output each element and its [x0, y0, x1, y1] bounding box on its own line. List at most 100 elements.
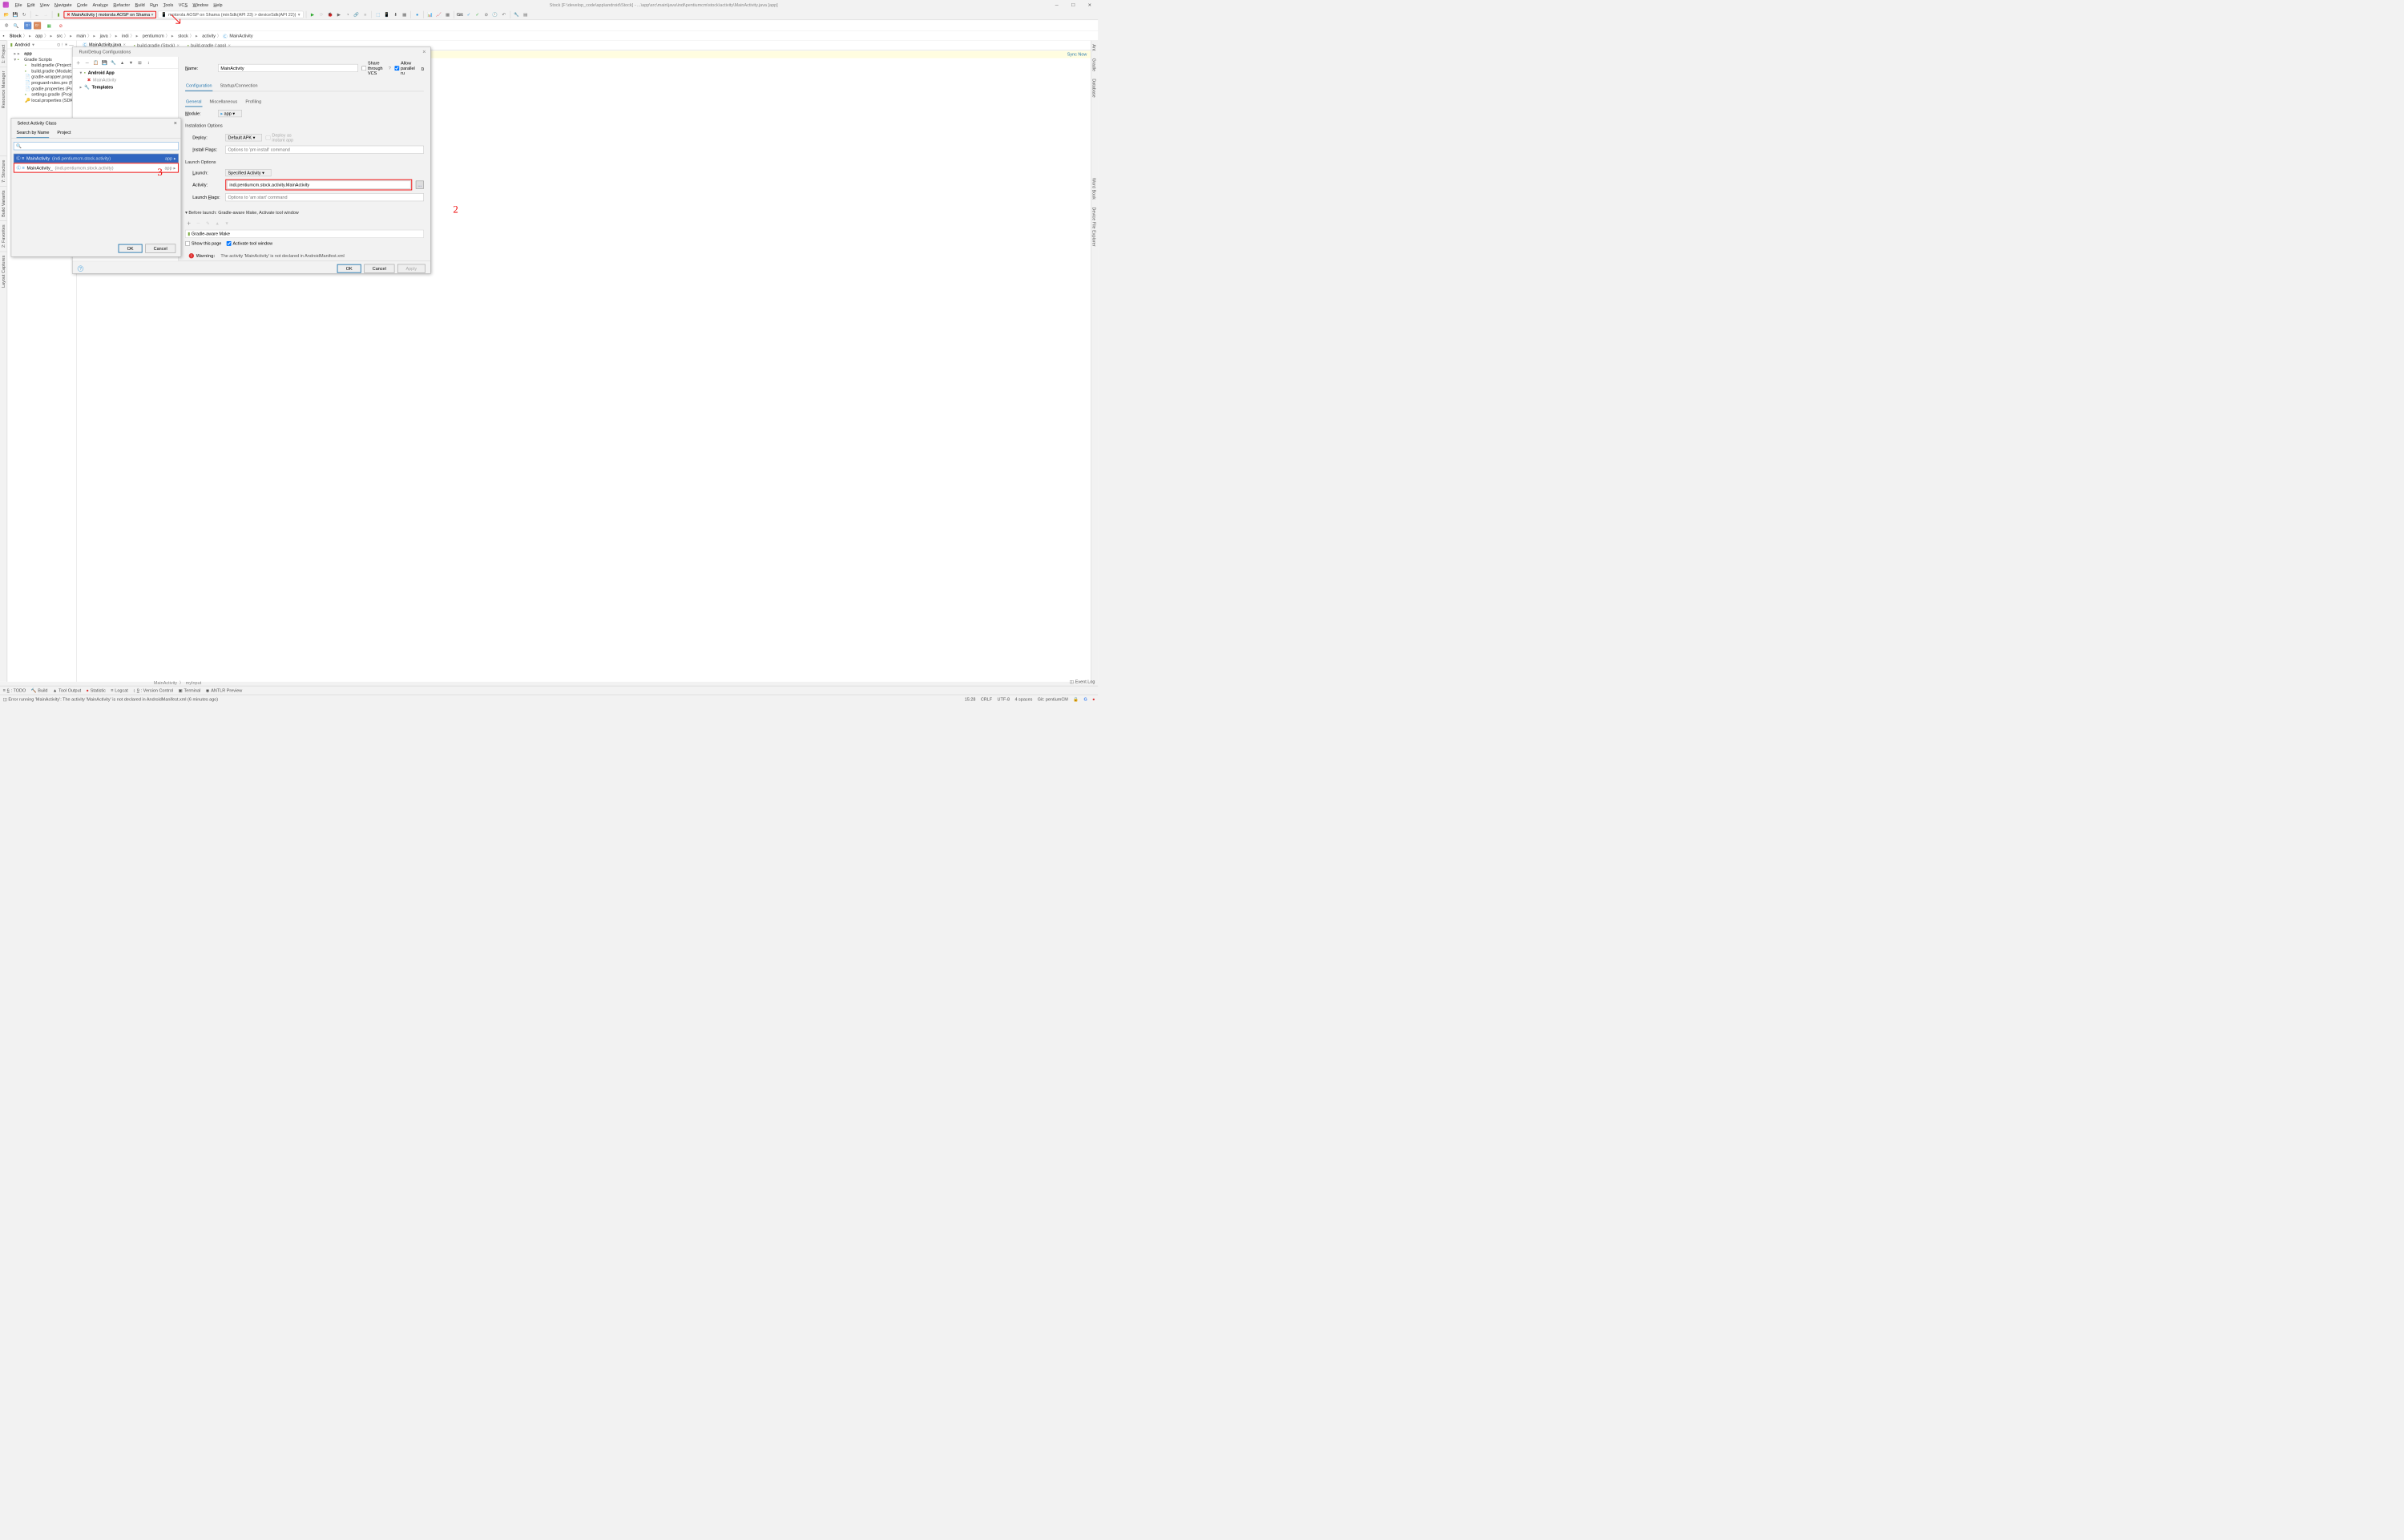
add-icon[interactable]: ＋ [185, 220, 192, 227]
open-icon[interactable]: 📂 [3, 10, 10, 18]
dashboard-icon[interactable]: ▦ [46, 22, 53, 29]
menu-refactor[interactable]: Refactor [111, 2, 132, 7]
debug-icon[interactable]: 🐞 [326, 10, 333, 18]
share-vcs-checkbox[interactable]: Share through VCS ? [361, 60, 391, 75]
activate-window-checkbox[interactable]: Activate tool window [227, 241, 272, 246]
close-icon[interactable]: ✕ [173, 120, 177, 125]
breadcrumb-item[interactable]: activity [202, 33, 216, 38]
cancel-button[interactable]: Cancel [364, 264, 394, 273]
save-icon[interactable]: 💾 [101, 59, 108, 67]
resource-manager-icon[interactable]: ▦ [401, 10, 408, 18]
up-icon[interactable]: ▲ [119, 59, 126, 67]
search-everywhere-icon[interactable]: 🔍 [13, 22, 20, 29]
gb-icon[interactable]: G⁺ [34, 22, 41, 29]
attach-icon[interactable]: 🔗 [353, 10, 360, 18]
breadcrumb-item[interactable]: Stock [10, 33, 22, 38]
subtab-misc[interactable]: Miscellaneous [209, 97, 239, 107]
device-dropdown[interactable]: 📱 motorola AOSP on Shama (minSdk(API 23)… [158, 10, 304, 18]
sort-icon[interactable]: ↕ [145, 59, 152, 67]
back-icon[interactable]: ← [34, 10, 41, 18]
menu-code[interactable]: Code [75, 2, 91, 7]
tab-project[interactable]: Project [57, 127, 71, 138]
layout-inspector-icon[interactable]: ⬚ [374, 10, 381, 18]
breadcrumb-item[interactable]: src [57, 33, 63, 38]
git-history-icon[interactable]: 🕐 [491, 10, 498, 18]
git-revert-icon[interactable]: ↶ [500, 10, 507, 18]
up-icon[interactable]: ▲ [214, 220, 221, 227]
tab-favorites[interactable]: 2: Favorites [0, 220, 6, 251]
tab-resource-manager[interactable]: Resource Manager [0, 67, 6, 111]
status-warning-icon[interactable]: ● [1092, 696, 1095, 701]
tab-antlr[interactable]: ◉ ANTLR Preview [206, 687, 243, 692]
add-icon[interactable]: ＋ [75, 59, 82, 67]
config-group[interactable]: ▸🔧Templates [72, 83, 178, 91]
remove-icon[interactable]: － [83, 59, 91, 67]
tab-configuration[interactable]: Configuration [185, 81, 212, 91]
menu-tools[interactable]: Tools [160, 2, 175, 7]
collapse-icon[interactable]: ⊙ ⁝ ✶ — [57, 42, 74, 47]
chart2-icon[interactable]: 📈 [435, 10, 442, 18]
menu-vcs[interactable]: VCS [176, 2, 191, 7]
stop-icon[interactable]: ■ [361, 10, 369, 18]
lock-icon[interactable]: 🔒 [1073, 696, 1079, 701]
breadcrumb-item[interactable]: MainActivity [229, 33, 252, 38]
menu-file[interactable]: FFileile [13, 2, 25, 7]
remove-icon[interactable]: － [195, 220, 202, 227]
module-dropdown[interactable]: ▸ app ▾ [218, 110, 242, 117]
edit-icon[interactable]: ✎ [204, 220, 212, 227]
wrench-icon[interactable]: 🔧 [513, 10, 520, 18]
tab-project[interactable]: 1: Project [0, 41, 6, 67]
git-compare-icon[interactable]: ⊘ [482, 10, 490, 18]
menu-window[interactable]: Window [190, 2, 211, 7]
tab-build[interactable]: 🔨 Build [31, 687, 48, 692]
config-group[interactable]: ▾▪Android App [72, 69, 178, 76]
before-launch-item[interactable]: ▮ Gradle-aware Make [185, 230, 424, 238]
copy-icon[interactable]: 📋 [92, 59, 99, 67]
save-icon[interactable]: 💾 [12, 10, 19, 18]
forward-icon[interactable]: → [42, 10, 50, 18]
tab-event-log[interactable]: ◫ Event Log [1070, 679, 1095, 684]
menu-navigate[interactable]: Navigate [52, 2, 75, 7]
ga-icon[interactable]: G⁺ [24, 22, 31, 29]
tab-device-file-explorer[interactable]: Device File Explorer [1091, 204, 1097, 250]
breadcrumb-item[interactable]: stock [178, 33, 188, 38]
menu-view[interactable]: View [38, 2, 52, 7]
coverage-icon[interactable]: ▶ [335, 10, 342, 18]
deploy-dropdown[interactable]: Default APK ▾ [225, 134, 262, 141]
sync-now-link[interactable]: Sync Now [1067, 51, 1087, 56]
tab-terminal[interactable]: ▣ Terminal [179, 687, 201, 692]
down-icon[interactable]: ▼ [127, 59, 135, 67]
tab-layout-captures[interactable]: Layout Captures [0, 252, 6, 292]
status-git[interactable]: Git: pentiumCM [1038, 696, 1068, 701]
launch-flags-input[interactable] [225, 193, 424, 201]
subtab-profiling[interactable]: Profiling [244, 97, 262, 107]
apply-changes-icon[interactable]: ⟳ [317, 10, 325, 18]
status-hide-icon[interactable]: ◫ [3, 696, 7, 701]
run-icon[interactable]: ▶ [309, 10, 316, 18]
tab-word-book[interactable]: Word Book [1091, 175, 1097, 204]
ok-button[interactable]: OK [119, 244, 143, 253]
tree-icon[interactable]: ⊞ [136, 59, 143, 67]
tab-todo[interactable]: ≡ 6: TODO [3, 687, 26, 692]
tab-statistic[interactable]: ● Statistic [87, 687, 106, 692]
tab-tool-output[interactable]: ▲ Tool Output [53, 687, 81, 692]
target-icon[interactable]: ⦾ [3, 22, 10, 29]
tab-build-variants[interactable]: Build Variants [0, 186, 6, 220]
status-encoding[interactable]: UTF-8 [998, 696, 1010, 701]
codota-icon[interactable]: ● [413, 10, 421, 18]
tab-logcat[interactable]: ≡ Logcat [111, 687, 127, 692]
status-indent[interactable]: 4 spaces [1014, 696, 1032, 701]
down-icon[interactable]: ▼ [224, 220, 231, 227]
project-view-dropdown[interactable]: Android [15, 42, 30, 47]
sdk-manager-icon[interactable]: ⬇ [392, 10, 399, 18]
chart3-icon[interactable]: ▦ [444, 10, 451, 18]
tab-version-control[interactable]: ↕ 9: Version Control [133, 687, 173, 692]
breadcrumb-item[interactable]: main [76, 33, 86, 38]
tab-search-by-name[interactable]: Search by Name [17, 127, 50, 138]
subtab-general[interactable]: General [185, 97, 202, 107]
cancel-button[interactable]: Cancel [145, 244, 175, 253]
before-launch-header[interactable]: ▾ Before launch: Gradle-aware Make, Acti… [185, 207, 424, 216]
breadcrumb-item[interactable]: indi [122, 33, 129, 38]
tab-structure[interactable]: 7: Structure [0, 155, 6, 186]
git-update-icon[interactable]: ✓ [465, 10, 472, 18]
